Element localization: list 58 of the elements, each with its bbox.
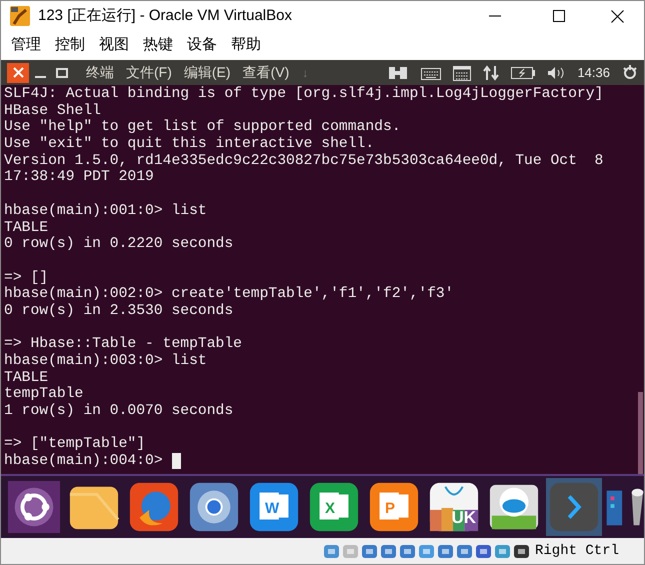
maximize-icon (553, 10, 565, 22)
menu-item[interactable]: 终端 (81, 62, 119, 83)
icon-label: X (325, 499, 336, 519)
terminal-line: Use "help" to get list of supported commands. (4, 119, 401, 136)
close-icon (610, 10, 624, 22)
menu-item[interactable]: 设备 (181, 34, 223, 56)
terminal-line: hbase(main):003:0> list (4, 353, 207, 370)
battery-icon (511, 66, 536, 80)
close-icon (12, 67, 24, 78)
window-title: 123 [正在运行] - Oracle VM VirtualBox (38, 6, 292, 26)
document-app-icon (368, 481, 420, 533)
terminal-line: HBase Shell (4, 102, 101, 119)
terminal-line: 1 row(s) in 0.0070 seconds (4, 403, 234, 420)
transfer-arrows-icon (483, 64, 500, 80)
menu-item[interactable]: 编辑(E) (178, 62, 236, 83)
terminal-line: tempTable (4, 386, 84, 403)
volume-icon (547, 66, 566, 80)
document-app-icon (248, 481, 300, 533)
menu-item[interactable]: 视图 (93, 34, 135, 56)
document-app-icon (308, 481, 360, 533)
terminal-line: 0 row(s) in 0.2220 seconds (4, 236, 234, 253)
terminal-line: TABLE (4, 370, 48, 386)
terminal-line: Version 1.5.0, rd14e335edc9c22c30827bc75e73b5303ca64ee0d, Tue Oct 8 (4, 152, 604, 170)
terminal-line: TABLE (4, 220, 48, 236)
globe-fox-icon (128, 481, 180, 533)
menu-item[interactable]: 帮助 (225, 34, 267, 56)
ubuntu-logo-icon (8, 481, 60, 533)
terminal-line: hbase(main):001:0> list (4, 202, 207, 220)
terminal-line: Use "exit" to quit this interactive shell. (4, 136, 374, 153)
terminal-line: hbase(main):004:0> (4, 453, 163, 470)
terminal-line: 0 row(s) in 2.3530 seconds (4, 302, 234, 320)
keyboard-icon (421, 66, 442, 80)
terminal-line: 17:38:49 PDT 2019 (4, 169, 154, 186)
menu-item[interactable]: 查看(V) (238, 62, 294, 83)
app-icon (10, 6, 30, 26)
terminal-line: => ["tempTable"] (4, 436, 146, 453)
terminal-icon (548, 481, 600, 533)
menu-item[interactable]: 热键 (137, 34, 179, 56)
calendar-icon (453, 64, 472, 80)
menu-item[interactable]: 管理 (5, 34, 47, 56)
terminal-line: => [] (4, 270, 48, 286)
dock-item[interactable] (6, 478, 62, 536)
icon-label: P (385, 499, 396, 519)
minimize-icon (489, 15, 501, 17)
icon-label: W (265, 499, 280, 519)
clock[interactable]: 14:36 (577, 62, 610, 82)
terminal-line: => Hbase::Table - tempTable (4, 336, 242, 353)
minimize-icon (34, 76, 46, 78)
scrollbar-thumb[interactable] (638, 392, 643, 474)
close-button[interactable] (7, 62, 29, 82)
settings-icon[interactable] (622, 64, 638, 80)
terminal-line: SLF4J: Actual binding is of type [org.slf4j.impl.Log4jLoggerFactory] (4, 86, 604, 103)
menu-item[interactable]: 文件(F) (121, 62, 177, 83)
maximize-icon (56, 68, 68, 78)
terminal-line: hbase(main):002:0> create'tempTable','f1','f2','f3' (4, 286, 454, 303)
dock-item[interactable]: W (246, 478, 302, 536)
menu-item[interactable]: 控制 (49, 34, 91, 56)
host-key-label: Right Ctrl (534, 542, 619, 560)
